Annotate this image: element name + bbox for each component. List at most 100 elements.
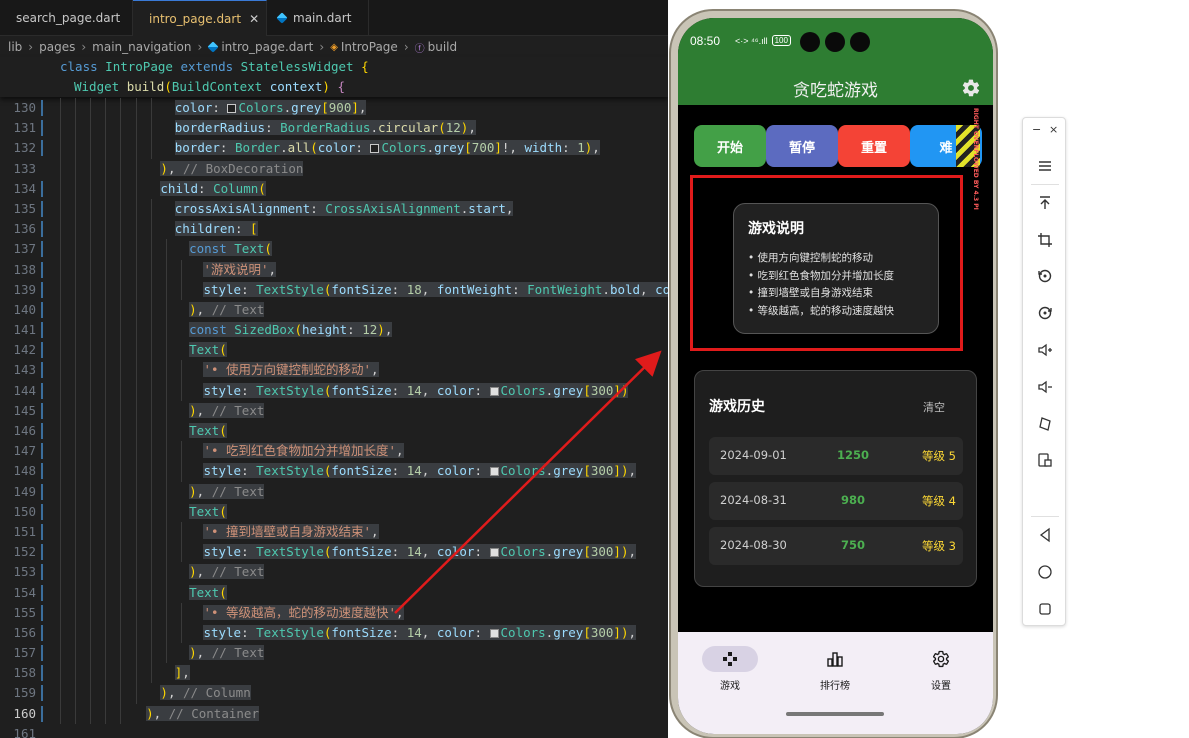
code-area[interactable]: 130 color: Colors.grey[900], 131 borderRadi… (0, 98, 668, 738)
indent-guide (75, 542, 77, 563)
code-line[interactable]: 142 Text( (0, 340, 668, 361)
code-line[interactable]: 149), // Text (0, 481, 668, 502)
code-line[interactable]: 143 '• 使用方向键控制蛇的移动', (0, 360, 668, 381)
indent-guide (135, 521, 137, 543)
minimize-button[interactable]: − (1032, 123, 1041, 136)
start-button[interactable]: 开始 (694, 125, 766, 167)
indent-guide (90, 441, 92, 462)
indent-guide (120, 562, 122, 583)
indent-guide (150, 421, 152, 442)
reset-button[interactable]: 重置 (838, 125, 910, 167)
indent-guide (150, 622, 152, 644)
line-number: 149 (13, 483, 36, 499)
clear-history-button[interactable]: 清空 (923, 399, 945, 415)
history-card: 游戏历史 清空 2024-09-01 1250 等级 5 2024-08-31 … (694, 370, 977, 587)
code-line[interactable]: 159), // Column (0, 683, 668, 704)
code-line[interactable]: 138 '游戏说明', (0, 259, 668, 280)
breadcrumb-item[interactable]: pages (39, 40, 75, 54)
screenshot-icon[interactable] (1033, 448, 1057, 472)
code-line[interactable]: 147 '• 吃到红色食物加分并增加长度', (0, 441, 668, 462)
back-icon[interactable] (1033, 523, 1057, 547)
home-icon[interactable] (1033, 560, 1057, 584)
indent-guide (165, 259, 167, 280)
nav-item-game[interactable]: 游戏 (690, 646, 770, 692)
code-line[interactable]: 151 '• 撞到墙壁或自身游戏结束', (0, 521, 668, 543)
camera-dot (800, 32, 820, 52)
eraser-icon[interactable] (1033, 412, 1057, 436)
indent-guide (165, 400, 167, 421)
code-editor[interactable]: search_page.dart intro_page.dart ✕ main.… (0, 0, 668, 738)
nav-item-settings[interactable]: 设置 (901, 646, 981, 692)
code-line[interactable]: 150 Text( (0, 501, 668, 522)
volume-up-icon[interactable] (1033, 338, 1057, 362)
rotate-left-icon[interactable] (1033, 264, 1057, 288)
breadcrumb-item[interactable]: main_navigation (92, 40, 191, 54)
indent-guide (120, 360, 122, 381)
indent-guide (120, 279, 122, 300)
chevron-right-icon: › (403, 40, 409, 54)
close-icon[interactable]: ✕ (249, 12, 259, 26)
code-line[interactable]: 133), // BoxDecoration (0, 158, 668, 179)
code-line[interactable]: 139 style: TextStyle(fontSize: 18, fontWe… (0, 279, 668, 300)
gutter-change-marker (41, 604, 43, 621)
indent-guide (75, 360, 77, 381)
code-line[interactable]: 155 '• 等级越高，蛇的移动速度越快', (0, 602, 668, 623)
code-line[interactable]: 140), // Text (0, 299, 668, 321)
volume-down-icon[interactable] (1033, 375, 1057, 399)
rotate-right-icon[interactable] (1033, 301, 1057, 325)
code-line[interactable]: 135 crossAxisAlignment: CrossAxisAlignmen… (0, 198, 668, 220)
code-text: style: TextStyle(fontSize: 14, color: Co… (203, 624, 637, 640)
chevron-right-icon: › (197, 40, 203, 54)
indent-guide (105, 643, 107, 664)
pause-button[interactable]: 暂停 (766, 125, 838, 167)
code-line[interactable]: 157), // Text (0, 643, 668, 664)
settings-gear-icon[interactable] (961, 78, 981, 98)
code-line[interactable]: 161 (0, 724, 668, 738)
breadcrumb-item[interactable]: IntroPage (341, 40, 398, 54)
code-line[interactable]: 145), // Text (0, 400, 668, 421)
pin-top-icon[interactable] (1033, 191, 1057, 215)
code-line[interactable]: 148 style: TextStyle(fontSize: 14, color:… (0, 461, 668, 482)
code-line[interactable]: 154 Text( (0, 582, 668, 603)
line-number: 147 (13, 443, 36, 459)
close-button[interactable]: × (1049, 123, 1058, 136)
tab-intro-page[interactable]: intro_page.dart ✕ (133, 0, 267, 36)
code-text: Text( (189, 584, 227, 600)
indent-guide (105, 421, 107, 442)
code-line[interactable]: 134 child: Column( (0, 178, 668, 199)
code-line[interactable]: 132 border: Border.all(color: Colors.grey… (0, 138, 668, 159)
code-line[interactable]: 160), // Container (0, 703, 668, 724)
code-line[interactable]: 137 const Text( (0, 239, 668, 260)
menu-icon[interactable] (1033, 154, 1057, 178)
code-line[interactable]: 156 style: TextStyle(fontSize: 14, color:… (0, 622, 668, 644)
tab-search-page[interactable]: search_page.dart (0, 0, 133, 36)
breadcrumb-item[interactable]: lib (8, 40, 22, 54)
nav-item-leaderboard[interactable]: 排行榜 (795, 646, 875, 692)
code-line[interactable]: 130 color: Colors.grey[900], (0, 98, 668, 119)
code-line[interactable]: 153), // Text (0, 562, 668, 583)
breadcrumb-item[interactable]: build (428, 40, 458, 54)
line-number: 132 (13, 140, 36, 156)
sticky-scroll-header[interactable]: class IntroPage extends StatelessWidget … (0, 57, 668, 97)
indent-guide (165, 602, 167, 623)
code-line[interactable]: 144 style: TextStyle(fontSize: 14, color:… (0, 380, 668, 401)
indent-guide (120, 501, 122, 522)
tab-main[interactable]: main.dart (267, 0, 369, 36)
code-line[interactable]: 141 const SizedBox(height: 12), (0, 320, 668, 341)
indent-guide (120, 320, 122, 341)
indent-guide (120, 643, 122, 664)
gesture-home-bar[interactable] (786, 712, 884, 716)
breadcrumb-item[interactable]: intro_page.dart (221, 40, 313, 54)
crop-icon[interactable] (1033, 228, 1057, 252)
indent-guide (75, 441, 77, 462)
indent-guide (90, 219, 92, 240)
code-line[interactable]: 131 borderRadius: BorderRadius.circular(1… (0, 118, 668, 139)
code-line[interactable]: 146 Text( (0, 421, 668, 442)
code-line[interactable]: 152 style: TextStyle(fontSize: 14, color:… (0, 542, 668, 563)
overview-icon[interactable] (1033, 597, 1057, 621)
code-line[interactable]: 136 children: [ (0, 219, 668, 240)
indent-guide (105, 521, 107, 543)
phone-screen[interactable]: 08:50 <·> ⁴⁶.ıll 100 贪吃蛇游戏 开始 暂停 重置 难 RI… (678, 18, 993, 734)
indent-guide (75, 98, 77, 119)
code-line[interactable]: 158], (0, 663, 668, 684)
